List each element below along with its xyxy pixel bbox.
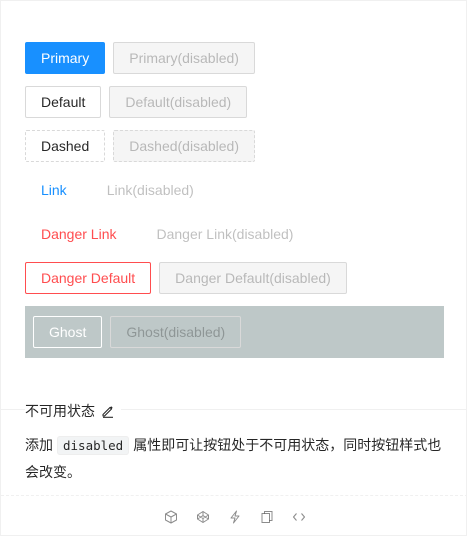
link-disabled-button[interactable]: Link(disabled): [91, 174, 210, 206]
code-icon[interactable]: [291, 509, 307, 525]
danger-link-disabled-button[interactable]: Danger Link(disabled): [141, 218, 310, 250]
row-danger-link: Danger Link Danger Link(disabled): [25, 218, 445, 250]
primary-button[interactable]: Primary: [25, 42, 106, 74]
row-dashed: Dashed Dashed(disabled): [25, 130, 445, 162]
primary-disabled-button[interactable]: Primary(disabled): [113, 42, 255, 74]
dashed-button[interactable]: Dashed: [25, 130, 106, 162]
code-box-meta: 不可用状态 添加 disabled 属性即可让按钮处于不可用状态，同时按钮样式也会改…: [1, 401, 467, 480]
dashed-disabled-button[interactable]: Dashed(disabled): [113, 130, 255, 162]
codepen-icon[interactable]: [195, 509, 211, 525]
ghost-background: Ghost Ghost(disabled): [25, 306, 444, 358]
link-button[interactable]: Link: [25, 174, 83, 206]
demo-area: Primary Primary(disabled) Default Defaul…: [25, 42, 445, 358]
danger-default-disabled-button[interactable]: Danger Default(disabled): [159, 262, 347, 294]
demo-title: 不可用状态: [25, 401, 121, 421]
default-disabled-button[interactable]: Default(disabled): [109, 86, 248, 118]
danger-default-button[interactable]: Danger Default: [25, 262, 152, 294]
riddle-icon[interactable]: [227, 509, 243, 525]
demo-description: 添加 disabled 属性即可让按钮处于不可用状态，同时按钮样式也会改变。: [25, 432, 445, 485]
code-box-actions: [1, 495, 467, 537]
desc-prefix: 添加: [25, 437, 53, 453]
disabled-code: disabled: [57, 436, 130, 455]
row-danger-default: Danger Default Danger Default(disabled): [25, 262, 445, 294]
codesandbox-icon[interactable]: [163, 509, 179, 525]
row-primary: Primary Primary(disabled): [25, 42, 445, 74]
ghost-button[interactable]: Ghost: [33, 316, 103, 348]
edit-icon[interactable]: [101, 404, 115, 418]
row-default: Default Default(disabled): [25, 86, 445, 118]
danger-link-button[interactable]: Danger Link: [25, 218, 133, 250]
default-button[interactable]: Default: [25, 86, 102, 118]
ghost-disabled-button[interactable]: Ghost(disabled): [110, 316, 242, 348]
code-box: Primary Primary(disabled) Default Defaul…: [0, 0, 467, 536]
row-link: Link Link(disabled): [25, 174, 445, 206]
copy-icon[interactable]: [259, 509, 275, 525]
demo-title-text: 不可用状态: [25, 403, 95, 419]
